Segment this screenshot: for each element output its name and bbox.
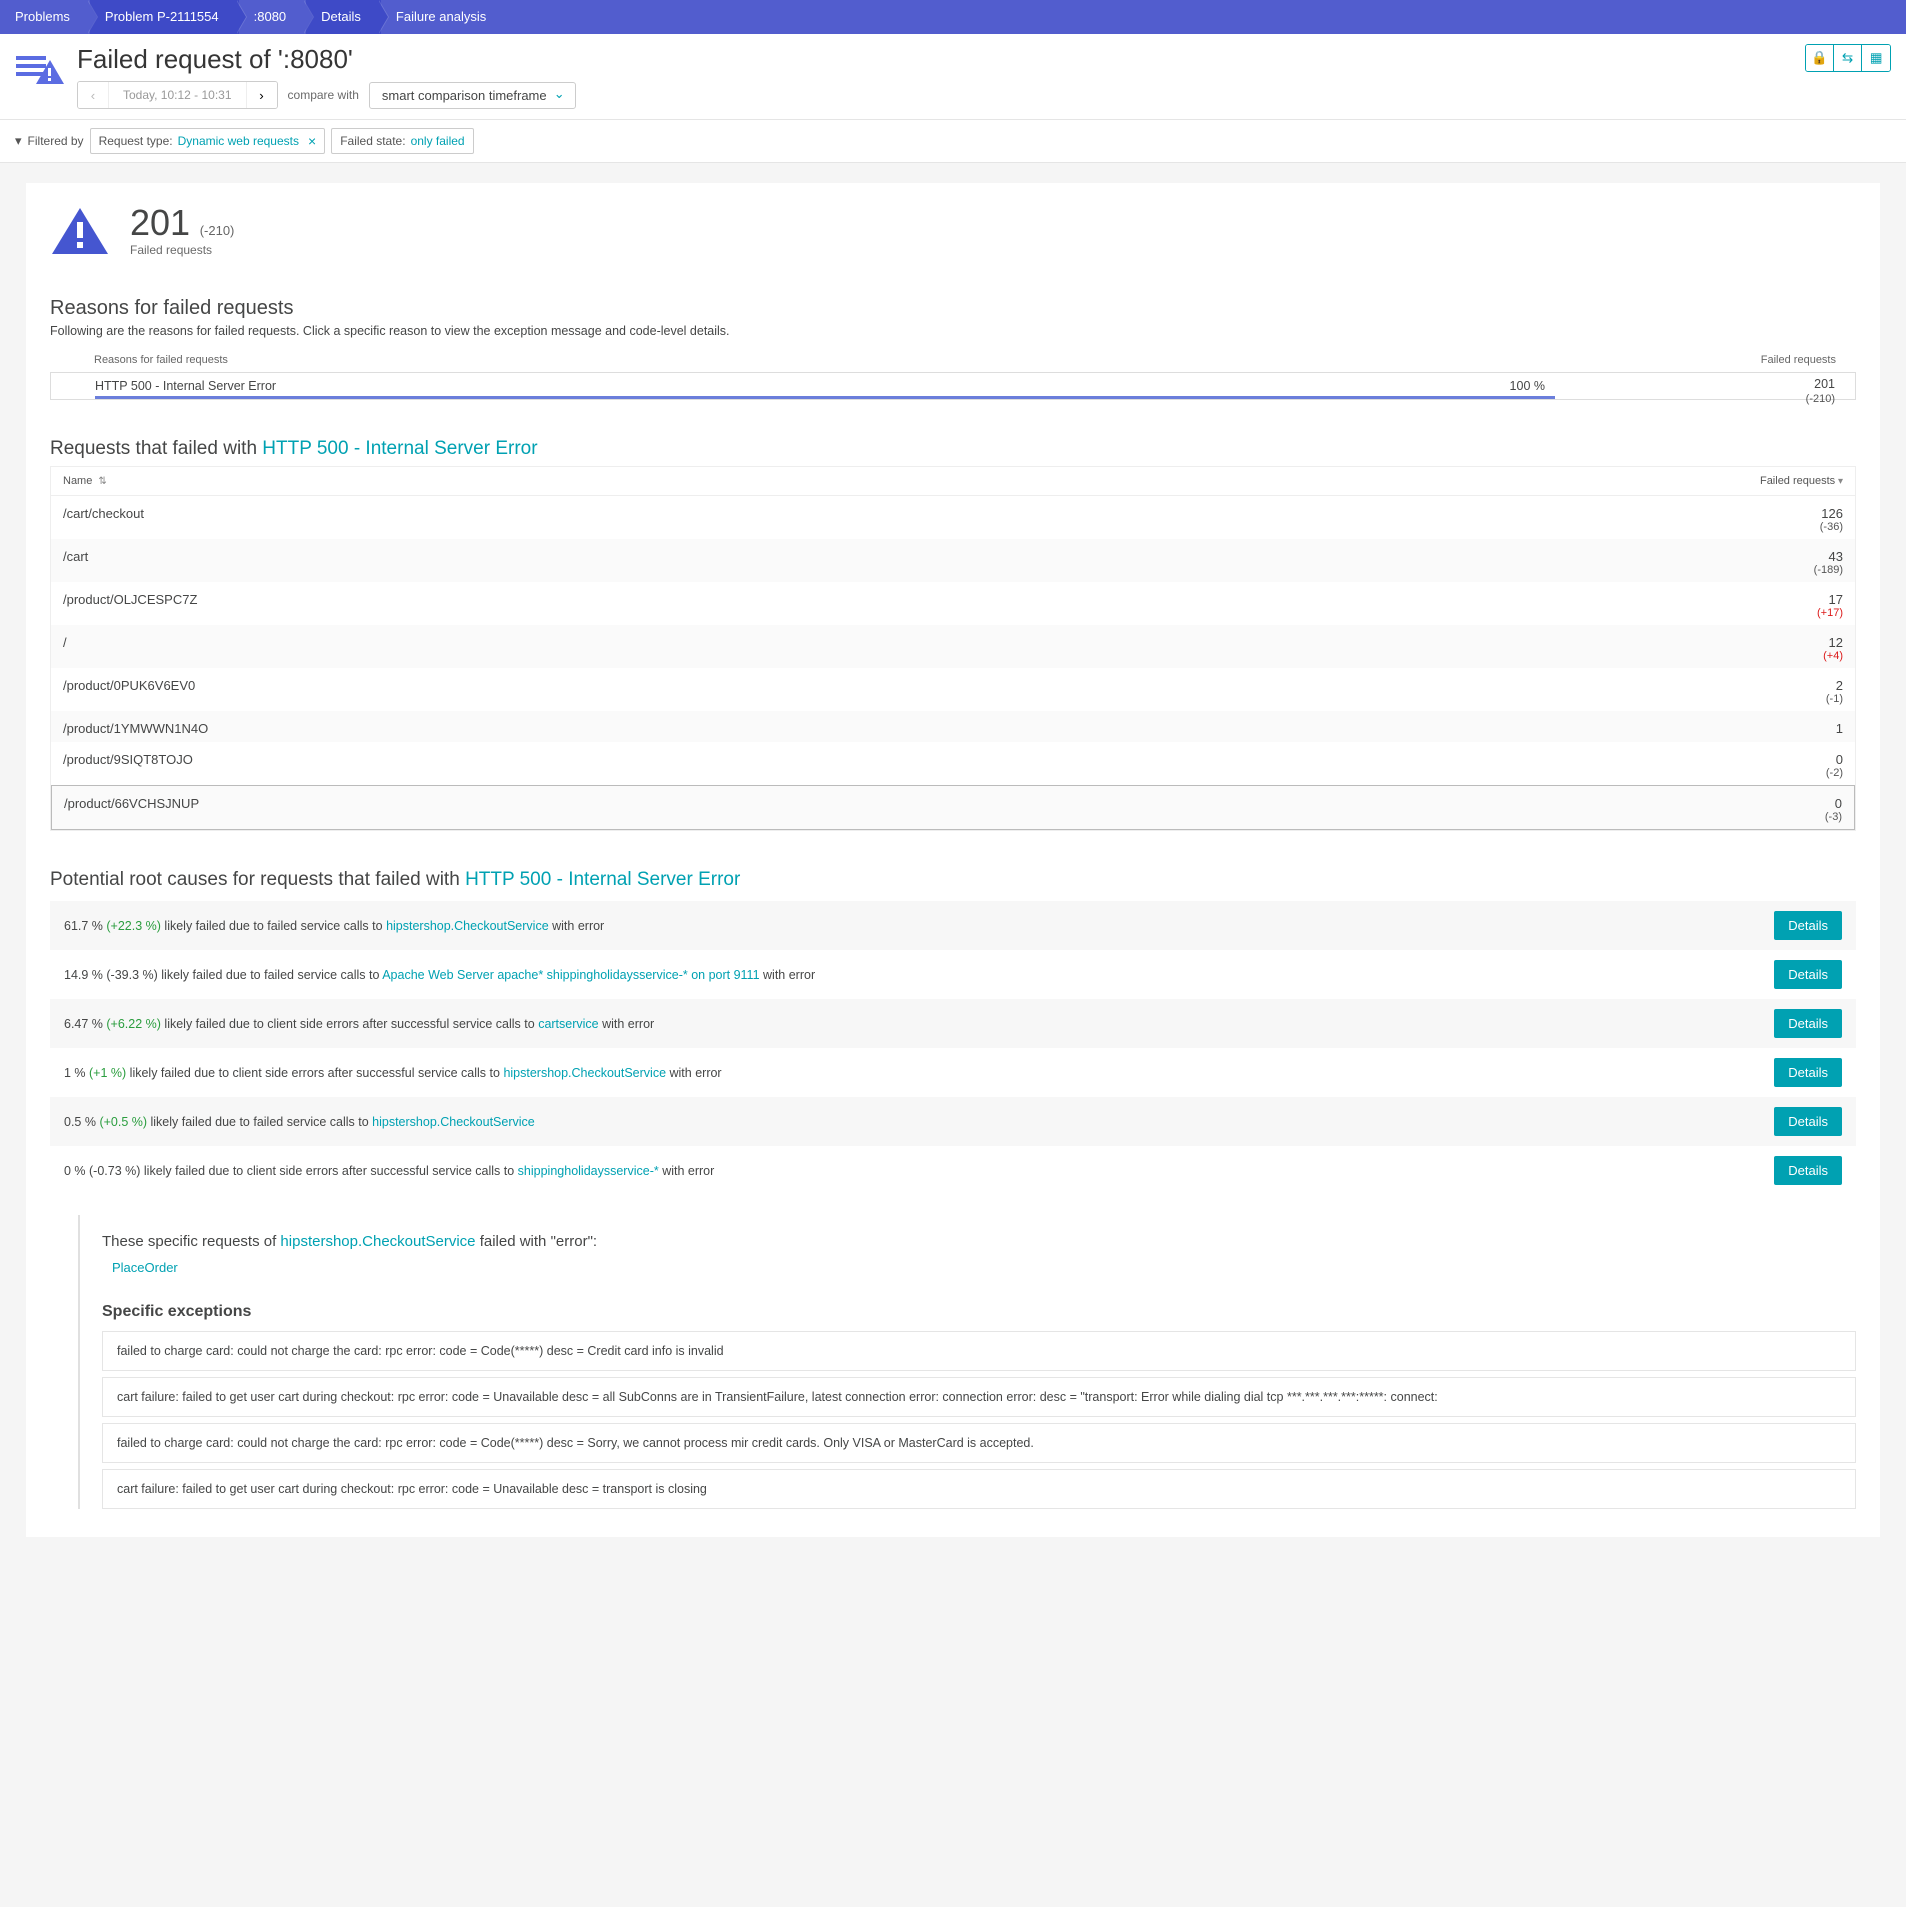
service-link[interactable]: hipstershop.CheckoutService (280, 1233, 475, 1250)
root-cause-row: 0 % (-0.73 %) likely failed due to clien… (50, 1146, 1856, 1195)
settings-icon[interactable]: ⇆ (1834, 45, 1862, 71)
time-prev-button[interactable]: ‹ (78, 82, 108, 108)
reason-pct: 100 % (1510, 379, 1545, 393)
sort-icon: ⇅ (98, 476, 106, 487)
filter-bar: ▾ Filtered by Request type: Dynamic web … (0, 120, 1906, 163)
request-row[interactable]: /product/0PUK6V6EV02(-1) (51, 668, 1855, 711)
details-button[interactable]: Details (1774, 1009, 1842, 1038)
breadcrumb-item[interactable]: Failure analysis (381, 0, 506, 34)
request-row[interactable]: /product/66VCHSJNUP0(-3) (51, 785, 1855, 830)
lock-icon[interactable]: 🔒 (1806, 45, 1834, 71)
details-button[interactable]: Details (1774, 1058, 1842, 1087)
page-title: Failed request of ':8080' (77, 44, 1805, 75)
reasons-head-right: Failed requests (1761, 354, 1836, 366)
time-next-button[interactable]: › (247, 82, 277, 108)
service-link[interactable]: shippingholidaysservice-* (518, 1164, 659, 1178)
service-link[interactable]: hipstershop.CheckoutService (386, 919, 549, 933)
reason-delta: (-210) (1806, 393, 1835, 405)
method-link[interactable]: PlaceOrder (102, 1260, 1856, 1275)
filter-chip: Failed state: only failed (331, 128, 473, 154)
breadcrumb-item[interactable]: Details (306, 0, 381, 34)
details-button[interactable]: Details (1774, 1107, 1842, 1136)
root-cause-detail-block: These specific requests of hipstershop.C… (78, 1215, 1856, 1509)
reason-count: 201 (1814, 377, 1835, 391)
reasons-title: Reasons for failed requests (50, 297, 1856, 320)
root-cause-row: 6.47 % (+6.22 %) likely failed due to cl… (50, 999, 1856, 1048)
request-row[interactable]: /cart43(-189) (51, 539, 1855, 582)
root-cause-row: 0.5 % (+0.5 %) likely failed due to fail… (50, 1097, 1856, 1146)
failure-logo-icon (12, 44, 67, 92)
breadcrumb: ProblemsProblem P-2111554:8080DetailsFai… (0, 0, 1906, 34)
request-row[interactable]: /product/1YMWWN1N4O1 (51, 711, 1855, 742)
exception-row[interactable]: failed to charge card: could not charge … (102, 1331, 1856, 1371)
sort-down-icon: ▾ (1835, 476, 1843, 487)
breadcrumb-item[interactable]: :8080 (239, 0, 307, 34)
request-row[interactable]: /12(+4) (51, 625, 1855, 668)
alert-triangle-icon (50, 206, 110, 256)
req-head-name[interactable]: Name (63, 475, 92, 487)
service-link[interactable]: Apache Web Server apache* shippingholida… (382, 968, 759, 982)
http500-link-2[interactable]: HTTP 500 - Internal Server Error (465, 869, 740, 890)
service-link[interactable]: cartservice (538, 1017, 598, 1031)
details-button[interactable]: Details (1774, 1156, 1842, 1185)
reasons-head-left: Reasons for failed requests (94, 354, 1761, 366)
root-cause-row: 1 % (+1 %) likely failed due to client s… (50, 1048, 1856, 1097)
breadcrumb-item[interactable]: Problems (0, 0, 90, 34)
filter-chip: Request type: Dynamic web requests× (90, 128, 326, 154)
time-range-text: Today, 10:12 - 10:31 (108, 82, 247, 108)
reasons-subtitle: Following are the reasons for failed req… (50, 324, 1856, 338)
root-cause-row: 61.7 % (+22.3 %) likely failed due to fa… (50, 901, 1856, 950)
details-button[interactable]: Details (1774, 911, 1842, 940)
reason-name: HTTP 500 - Internal Server Error (95, 379, 276, 393)
table-view-icon[interactable]: ▦ (1862, 45, 1890, 71)
exception-row[interactable]: cart failure: failed to get user cart du… (102, 1377, 1856, 1417)
exceptions-title: Specific exceptions (102, 1303, 1856, 1321)
root-cause-row: 14.9 % (-39.3 %) likely failed due to fa… (50, 950, 1856, 999)
service-link[interactable]: hipstershop.CheckoutService (372, 1115, 535, 1129)
details-button[interactable]: Details (1774, 960, 1842, 989)
compare-label: compare with (288, 88, 359, 102)
header: Failed request of ':8080' ‹ Today, 10:12… (0, 34, 1906, 120)
exception-row[interactable]: failed to charge card: could not charge … (102, 1423, 1856, 1463)
failed-delta: (-210) (200, 223, 235, 238)
failed-count: 201 (130, 202, 190, 243)
reason-bar (95, 396, 1555, 399)
remove-filter-icon[interactable]: × (308, 133, 316, 149)
req-head-count[interactable]: Failed requests (1760, 475, 1835, 487)
exception-row[interactable]: cart failure: failed to get user cart du… (102, 1469, 1856, 1509)
filter-label: Filtered by (28, 134, 84, 148)
requests-title: Requests that failed with HTTP 500 - Int… (50, 438, 1856, 460)
request-row[interactable]: /product/9SIQT8TOJO0(-2) (51, 742, 1855, 785)
service-link[interactable]: hipstershop.CheckoutService (503, 1066, 666, 1080)
request-row[interactable]: /cart/checkout126(-36) (51, 496, 1855, 539)
breadcrumb-item[interactable]: Problem P-2111554 (90, 0, 239, 34)
compare-dropdown[interactable]: smart comparison timeframe (369, 82, 576, 109)
root-causes-title: Potential root causes for requests that … (50, 869, 1856, 891)
reason-row[interactable]: HTTP 500 - Internal Server Error 100 % 2… (50, 372, 1856, 400)
request-row[interactable]: /product/OLJCESPC7Z17(+17) (51, 582, 1855, 625)
failed-label: Failed requests (130, 243, 234, 257)
http500-link[interactable]: HTTP 500 - Internal Server Error (262, 438, 537, 459)
filter-icon: ▾ (15, 133, 22, 149)
